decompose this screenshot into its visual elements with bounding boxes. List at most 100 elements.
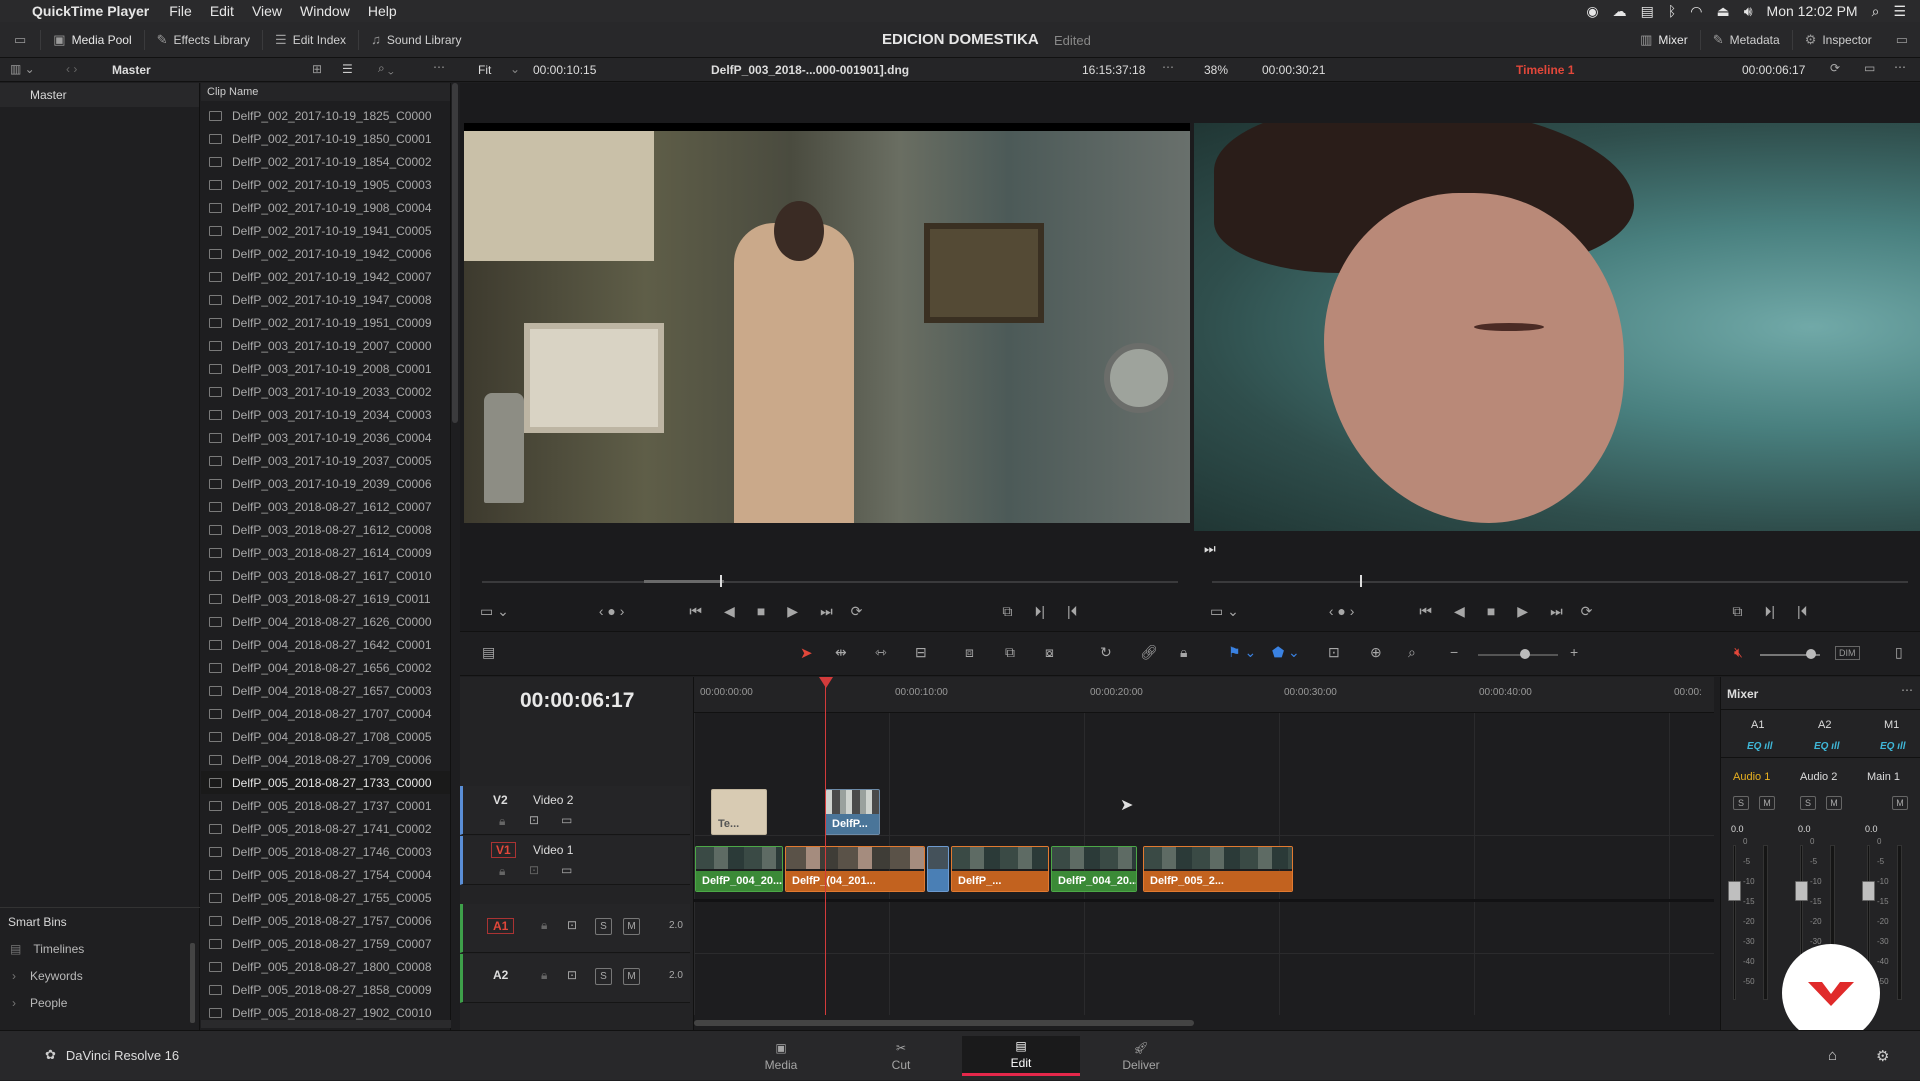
clip-list-item[interactable]: DelfP_005_2018-08-27_1741_C0002 (201, 817, 450, 840)
next-frame-icon[interactable]: ⏭ (1204, 541, 1216, 557)
mute-button[interactable]: M (623, 918, 640, 935)
timeline-clip-v1[interactable]: DelfP_004_20... (1051, 846, 1137, 892)
mixer-button[interactable]: ▥ Mixer (1628, 22, 1700, 58)
collapse-icon[interactable]: ▭ (1884, 22, 1920, 58)
menu-help[interactable]: Help (368, 3, 397, 19)
panel-toggle-icon[interactable]: ▥ ⌄ (10, 62, 35, 76)
timeline-play-icon[interactable]: ▶ (1517, 603, 1528, 620)
sidebar-scrollbar[interactable] (190, 943, 195, 1023)
track-header-v1[interactable]: V1 Video 1 🔒︎ ⊡ ▭ (460, 836, 690, 885)
page-tab-media[interactable]: ▣ Media (722, 1036, 840, 1076)
mixer-mute-button[interactable]: M (1826, 796, 1842, 810)
position-lock-icon[interactable]: 🔒︎ (1180, 644, 1187, 661)
timeline-view-options-icon[interactable]: ▤ (482, 644, 495, 661)
workspace-icon[interactable]: ▭ (0, 22, 40, 58)
replace-clip-icon[interactable]: ⧇ (1045, 644, 1054, 661)
source-jog-icon[interactable]: ‹ ● › (599, 603, 625, 619)
clip-list-item[interactable]: DelfP_002_2017-10-19_1825_C0000 (201, 104, 450, 127)
settings-icon[interactable]: ⚙ (1876, 1047, 1889, 1065)
chevron-down-icon[interactable]: ⌄ (510, 62, 520, 76)
fader-knob[interactable] (1795, 881, 1808, 901)
clip-list-item[interactable]: DelfP_003_2018-08-27_1619_C0011 (201, 587, 450, 610)
clip-list-item[interactable]: DelfP_002_2017-10-19_1951_C0009 (201, 311, 450, 334)
volume-icon[interactable]: 🔊︎ (1744, 3, 1753, 20)
eject-icon[interactable]: ⏏ (1716, 3, 1729, 20)
auto-select-icon[interactable]: ⊡ (567, 968, 577, 982)
clip-list-item[interactable]: DelfP_002_2017-10-19_1941_C0005 (201, 219, 450, 242)
source-play-icon[interactable]: ▶ (787, 603, 798, 620)
flag-icon[interactable]: ⚑ ⌄ (1228, 644, 1256, 661)
menu-file[interactable]: File (169, 3, 192, 19)
timeline-scrubber[interactable] (1212, 581, 1908, 583)
clip-list-item[interactable]: DelfP_002_2017-10-19_1942_C0006 (201, 242, 450, 265)
timeline-ruler[interactable]: 00:00:00:00 00:00:10:00 00:00:20:00 00:0… (694, 677, 1714, 713)
edit-index-button[interactable]: ☰ Edit Index (263, 22, 358, 58)
clip-list-item[interactable]: DelfP_003_2017-10-19_2007_C0000 (201, 334, 450, 357)
options-icon[interactable]: ⋯ (433, 60, 445, 74)
list-view-icon[interactable]: ☰ (342, 62, 353, 76)
clip-list-item[interactable]: DelfP_003_2018-08-27_1612_C0007 (201, 495, 450, 518)
track-header-v2[interactable]: V2 Video 2 🔒︎ ⊡ ▭ (460, 786, 690, 835)
nav-arrows-icon[interactable]: ‹ › (66, 62, 77, 76)
menu-edit[interactable]: Edit (210, 3, 234, 19)
clip-list-hscroll[interactable] (201, 1020, 451, 1028)
auto-select-icon[interactable]: ⊡ (567, 918, 577, 932)
page-tab-deliver[interactable]: 🚀︎ Deliver (1082, 1036, 1200, 1076)
auto-select-icon[interactable]: ⊡ (529, 863, 539, 877)
smart-bin-people[interactable]: › People (12, 996, 67, 1010)
master-bin[interactable]: Master (0, 83, 199, 107)
timeline-loop-icon[interactable]: ⟳ (1581, 603, 1593, 620)
selection-tool-icon[interactable]: ➤ (800, 644, 813, 662)
dim-button[interactable]: DIM (1835, 646, 1860, 660)
volume-slider-handle[interactable] (1806, 649, 1816, 659)
clip-list-item[interactable]: DelfP_002_2017-10-19_1850_C0001 (201, 127, 450, 150)
clip-list-item[interactable]: DelfP_005_2018-08-27_1759_C0007 (201, 932, 450, 955)
timeline-playhead[interactable] (825, 683, 826, 1015)
mixer-mute-button[interactable]: M (1759, 796, 1775, 810)
clock[interactable]: Mon 12:02 PM (1767, 3, 1858, 19)
source-loop-icon[interactable]: ⟳ (851, 603, 863, 620)
source-options-icon[interactable]: ⋯ (1162, 60, 1174, 74)
clip-list-item[interactable]: DelfP_003_2018-08-27_1612_C0008 (201, 518, 450, 541)
timeline-first-frame-icon[interactable]: ⏮ (1419, 603, 1432, 620)
overwrite-clip-icon[interactable]: ⧉ (1005, 644, 1015, 661)
smart-bin-timelines[interactable]: ▤ Timelines (10, 942, 84, 956)
timeline-current-timecode[interactable]: 00:00:06:17 (520, 689, 634, 713)
timeline-clip-v1[interactable]: DelfP_004_20... (695, 846, 783, 892)
page-tab-cut[interactable]: ✂ Cut (842, 1036, 960, 1076)
clip-list-item[interactable]: DelfP_002_2017-10-19_1947_C0008 (201, 288, 450, 311)
timeline-match-frame-icon[interactable]: ⧉ (1732, 603, 1742, 620)
trim-tool-icon[interactable]: ⇹ (835, 644, 847, 661)
timeline-name-dropdown[interactable]: Timeline 1 (1516, 63, 1574, 77)
clip-list-item[interactable]: DelfP_004_2018-08-27_1626_C0000 (201, 610, 450, 633)
bluetooth-icon[interactable]: ᛒ (1668, 3, 1676, 19)
search-icon[interactable]: ⌕ ⌄ (378, 61, 394, 76)
source-view-options-icon[interactable]: ▭ ⌄ (480, 603, 509, 620)
home-icon[interactable]: ⌂ (1828, 1047, 1837, 1064)
track-visibility-icon[interactable]: ▭ (561, 813, 572, 827)
source-reverse-icon[interactable]: ◀ (724, 603, 735, 620)
control-center-icon[interactable]: ☰ (1893, 3, 1906, 20)
timeline-reverse-icon[interactable]: ◀ (1454, 603, 1465, 620)
timeline-mark-in-icon[interactable]: |⏴ (1797, 603, 1808, 620)
lock-icon[interactable]: 🔒︎ (499, 864, 505, 879)
clip-list-item[interactable]: DelfP_005_2018-08-27_1733_C0000 (201, 771, 450, 794)
clip-list-item[interactable]: DelfP_002_2017-10-19_1905_C0003 (201, 173, 450, 196)
clip-list-item[interactable]: DelfP_003_2017-10-19_2008_C0001 (201, 357, 450, 380)
marker-icon[interactable]: ⬟ ⌄ (1272, 644, 1300, 661)
source-last-frame-icon[interactable]: ⏭ (820, 603, 833, 620)
effects-library-button[interactable]: ✎ Effects Library (145, 22, 262, 58)
insert-clip-icon[interactable]: ⧈ (965, 644, 974, 661)
smart-bin-keywords[interactable]: › Keywords (12, 969, 83, 983)
snapping-icon[interactable]: ↻ (1100, 644, 1112, 661)
timeline-hscrollbar[interactable] (694, 1020, 1194, 1026)
timeline-clip-v1[interactable]: DelfP_(04_201... (785, 846, 925, 892)
clip-list-item[interactable]: DelfP_005_2018-08-27_1755_C0005 (201, 886, 450, 909)
clip-name-header[interactable]: Clip Name (201, 83, 450, 101)
timeline-last-frame-icon[interactable]: ⏭ (1550, 603, 1563, 620)
timeline-options-icon[interactable]: ⋯ (1894, 60, 1906, 74)
source-first-frame-icon[interactable]: ⏮ (689, 603, 702, 620)
timeline-playhead-marker[interactable] (1360, 575, 1362, 587)
lock-icon[interactable]: 🔒︎ (541, 968, 547, 983)
eq-button[interactable]: EQ ıll (1880, 741, 1906, 752)
